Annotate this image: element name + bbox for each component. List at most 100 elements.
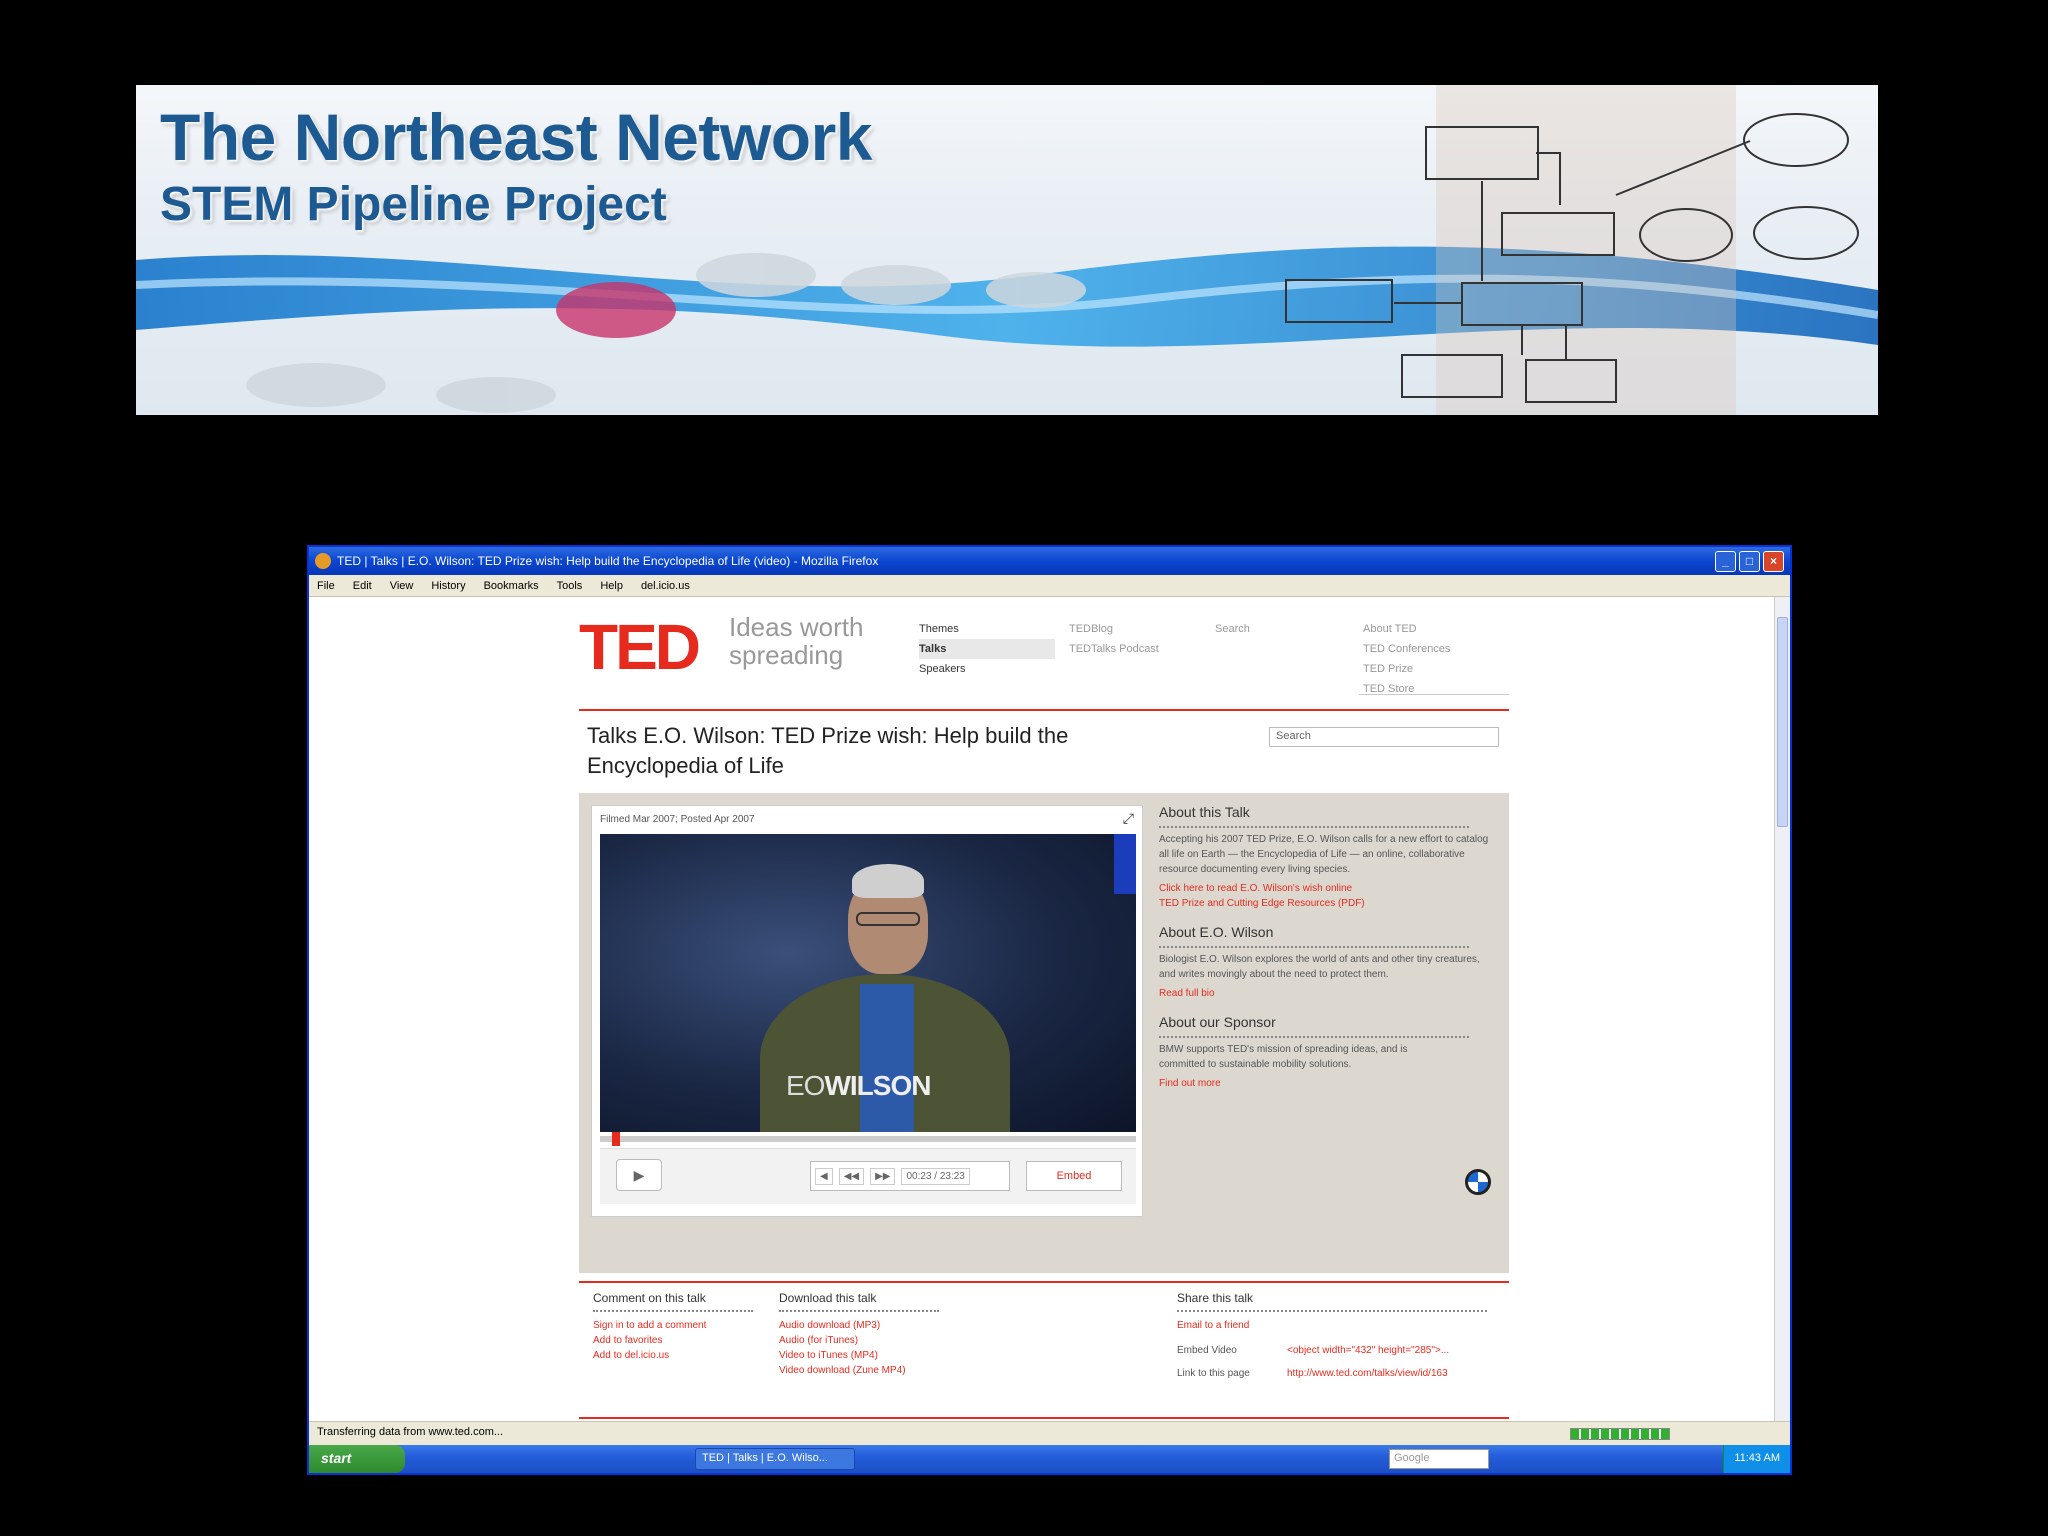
nav-search[interactable]: Search [1215,619,1250,639]
taskbar-firefox-item[interactable]: TED | Talks | E.O. Wilso... [695,1448,855,1470]
download-itunes-video[interactable]: Video to iTunes (MP4) [779,1348,939,1363]
caption-name: WILSON [824,1070,931,1101]
speaker-shirt [860,984,914,1132]
menu-delicious[interactable]: del.icio.us [641,580,690,592]
menu-bar: File Edit View History Bookmarks Tools H… [309,575,1790,597]
speaker-glasses [856,912,920,926]
time-display: 00:23 / 23:23 [901,1167,970,1185]
menu-tools[interactable]: Tools [557,580,583,592]
resources-link[interactable]: TED Prize and Cutting Edge Resources (PD… [1159,896,1499,911]
ted-tagline: Ideas worth spreading [729,612,864,670]
comment-section: Comment on this talk Sign in to add a co… [593,1291,753,1363]
player-controls: ▶ ◀ ◀◀ ▶▶ 00:23 / 23:23 Embed [600,1148,1136,1204]
rewind-icon[interactable]: ◀◀ [838,1167,865,1185]
about-sponsor-body: BMW supports TED's mission of spreading … [1159,1044,1408,1070]
system-tray-clock: 11:43 AM [1723,1445,1790,1473]
bmw-logo-icon[interactable] [1465,1169,1491,1195]
nav-conferences[interactable]: TED Conferences [1363,639,1450,659]
firefox-icon [315,553,331,569]
download-heading: Download this talk [779,1291,939,1312]
nav-prize[interactable]: TED Prize [1363,659,1450,679]
nav-about-ted[interactable]: About TED [1363,619,1450,639]
menu-help[interactable]: Help [600,580,623,592]
menu-view[interactable]: View [390,580,414,592]
banner: The Northeast Network STEM Pipeline Proj… [136,85,1878,415]
comment-link-signin[interactable]: Sign in to add a comment [593,1318,753,1333]
download-itunes-audio[interactable]: Audio (for iTunes) [779,1333,939,1348]
video-frame[interactable]: EOWILSON [600,834,1136,1132]
menu-bookmarks[interactable]: Bookmarks [484,580,539,592]
start-button[interactable]: start [309,1445,405,1473]
nav-about: About TED TED Conferences TED Prize TED … [1363,619,1450,699]
speaker-hair [852,864,924,898]
nav-secondary: TEDBlog TEDTalks Podcast [1069,619,1159,659]
forward-icon[interactable]: ▶▶ [870,1167,896,1185]
vertical-scrollbar[interactable] [1774,597,1790,1421]
comment-heading: Comment on this talk [593,1291,753,1312]
about-panel: About this Talk Accepting his 2007 TED P… [1159,805,1499,1195]
page-link-field[interactable]: http://www.ted.com/talks/view/id/163 [1287,1366,1487,1381]
menu-file[interactable]: File [317,580,335,592]
share-heading: Share this talk [1177,1291,1487,1312]
download-section: Download this talk Audio download (MP3) … [779,1291,939,1378]
link-row: Link to this page http://www.ted.com/tal… [1177,1366,1507,1381]
caption-prefix: EO [786,1070,825,1101]
play-button[interactable]: ▶ [616,1159,662,1191]
player-meta: Filmed Mar 2007; Posted Apr 2007 [600,814,755,825]
volume-icon[interactable]: ◀ [815,1167,833,1185]
about-speaker-body: Biologist E.O. Wilson explores the world… [1159,954,1480,980]
bottom-divider [579,1417,1509,1419]
banner-title: The Northeast Network [160,100,872,174]
comment-link-delicious[interactable]: Add to del.icio.us [593,1348,753,1363]
window-titlebar: TED | Talks | E.O. Wilson: TED Prize wis… [309,547,1790,575]
banner-subtitle: STEM Pipeline Project [160,178,667,231]
taskbar-search-input[interactable]: Google [1389,1449,1489,1469]
embed-code-field[interactable]: <object width="432" height="285">... [1287,1343,1487,1358]
comment-link-fav[interactable]: Add to favorites [593,1333,753,1348]
video-edge [1114,834,1136,894]
about-sponsor-heading: About our Sponsor [1159,1015,1469,1038]
header-divider [579,709,1509,711]
download-zune[interactable]: Video download (Zune MP4) [779,1363,939,1378]
search-input[interactable]: Search [1269,727,1499,747]
menu-history[interactable]: History [431,580,465,592]
progress-knob[interactable] [612,1132,620,1146]
nav-podcast[interactable]: TEDTalks Podcast [1069,639,1159,659]
header-rule-small [1359,694,1509,695]
nav-store[interactable]: TED Store [1363,679,1450,699]
progress-bar[interactable] [600,1132,1136,1146]
close-button[interactable]: × [1763,550,1784,572]
sponsor-link[interactable]: Find out more [1159,1076,1499,1091]
nav-themes[interactable]: Themes [919,619,1055,639]
status-text: Transferring data from www.ted.com... [317,1426,504,1438]
download-mp3[interactable]: Audio download (MP3) [779,1318,939,1333]
nav-tedblog[interactable]: TEDBlog [1069,619,1159,639]
nav-talks[interactable]: Talks [919,639,1055,659]
window-title: TED | Talks | E.O. Wilson: TED Prize wis… [337,554,879,568]
maximize-button[interactable]: □ [1739,550,1760,572]
embed-video-label: Embed Video [1177,1345,1237,1356]
email-friend-link[interactable]: Email to a friend [1177,1318,1507,1333]
embed-button[interactable]: Embed [1026,1161,1122,1191]
nav-third: Search [1215,619,1250,639]
status-bar: Transferring data from www.ted.com... [309,1421,1790,1445]
taskbar: start TED | Talks | E.O. Wilso... Google… [309,1445,1790,1473]
share-section: Share this talk Email to a friend Embed … [1177,1291,1507,1389]
nav-primary: Themes Talks Speakers [919,619,1055,679]
bio-link[interactable]: Read full bio [1159,986,1499,1001]
ted-logo[interactable]: TED [579,615,701,679]
expand-icon[interactable]: ⤢ [1123,810,1134,827]
scroll-thumb[interactable] [1777,617,1788,827]
about-speaker-heading: About E.O. Wilson [1159,925,1469,948]
load-progress [1570,1428,1670,1440]
menu-edit[interactable]: Edit [353,580,372,592]
nav-speakers[interactable]: Speakers [919,659,1055,679]
browser-window: TED | Talks | E.O. Wilson: TED Prize wis… [307,545,1792,1475]
minimize-button[interactable]: _ [1715,550,1736,572]
about-talk-heading: About this Talk [1159,805,1469,828]
video-caption: EOWILSON [786,1070,931,1102]
talk-title: Talks E.O. Wilson: TED Prize wish: Help … [587,723,1069,778]
control-group: ◀ ◀◀ ▶▶ 00:23 / 23:23 [810,1161,1010,1191]
footer-divider [579,1281,1509,1283]
wish-link[interactable]: Click here to read E.O. Wilson's wish on… [1159,881,1499,896]
